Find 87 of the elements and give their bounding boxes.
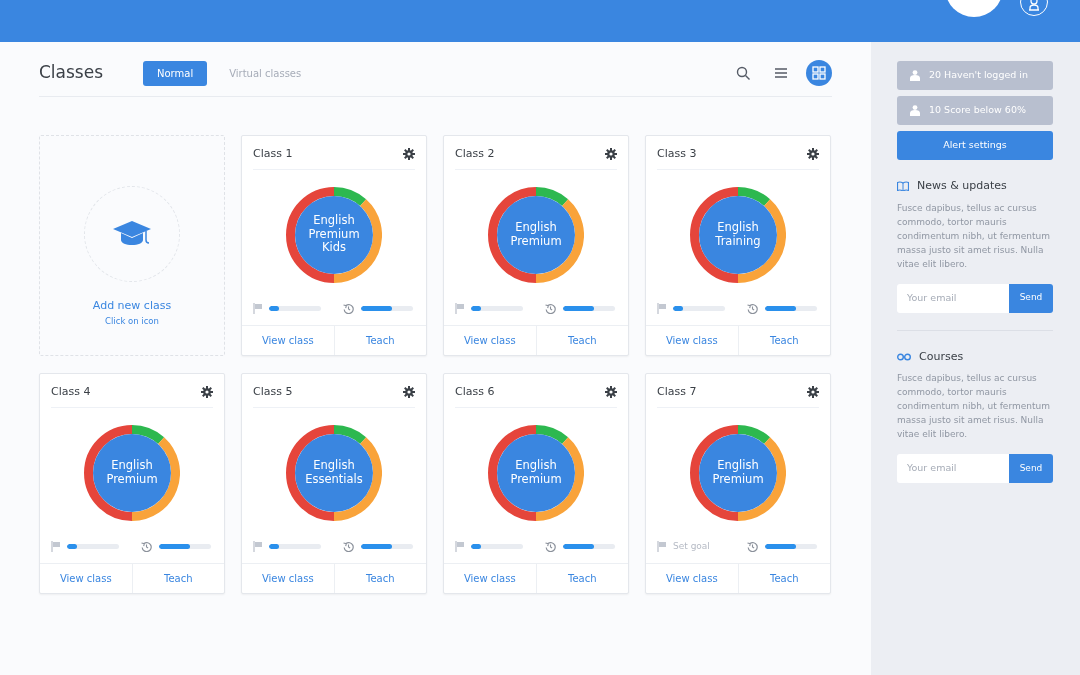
progress-bar — [765, 306, 817, 311]
view-class-button[interactable]: View class — [444, 564, 536, 593]
add-class-label: Add new class — [92, 298, 172, 314]
tab[interactable]: Virtual classes — [215, 60, 316, 86]
section-text: Fusce dapibus, tellus ac cursus commodo, tortor mauris condimentum nibh, ut fermentum massa justo sit amet risus. Nulla vitae elit libero. — [897, 201, 1051, 271]
view-class-button[interactable]: View class — [444, 326, 536, 355]
flag-icon — [253, 303, 263, 314]
send-button[interactable]: Send — [1009, 454, 1053, 483]
settings-button[interactable] — [403, 386, 415, 399]
history-icon — [343, 303, 354, 314]
settings-button[interactable] — [605, 386, 617, 399]
class-title: Class 3 — [657, 146, 697, 162]
history-icon — [343, 541, 354, 552]
menu-icon — [774, 66, 788, 80]
add-class-card[interactable]: Add new class Click on icon — [39, 135, 225, 356]
history-icon — [141, 541, 152, 552]
flag-icon — [253, 541, 263, 552]
teach-button[interactable]: Teach — [535, 564, 628, 593]
settings-button[interactable] — [807, 386, 819, 399]
progress-bar — [361, 544, 413, 549]
user-icon — [1028, 0, 1040, 11]
progress-bar — [765, 544, 817, 549]
class-title: Class 5 — [253, 384, 293, 400]
class-title: Class 2 — [455, 146, 495, 162]
class-title: Class 7 — [657, 384, 697, 400]
send-button[interactable]: Send — [1009, 283, 1053, 313]
goal-bar — [269, 544, 321, 549]
view-class-button[interactable]: View class — [646, 564, 738, 593]
settings-icon — [807, 148, 819, 161]
progress-bar — [563, 306, 615, 311]
flag-icon — [657, 541, 667, 552]
grid-icon — [812, 66, 826, 80]
add-class-hint: Click on icon — [105, 314, 159, 328]
class-title: Class 4 — [51, 384, 91, 400]
progress-bar — [159, 544, 211, 549]
teach-button[interactable]: Teach — [333, 564, 426, 593]
teach-button[interactable]: Teach — [737, 326, 830, 355]
goal-bar — [269, 306, 321, 311]
view-class-button[interactable]: View class — [646, 326, 738, 355]
alert-settings-button[interactable]: Alert settings — [897, 131, 1053, 160]
view-class-button[interactable]: View class — [40, 564, 132, 593]
settings-button[interactable] — [403, 148, 415, 161]
progress-bar — [361, 306, 413, 311]
view-class-button[interactable]: View class — [242, 326, 334, 355]
person-icon — [910, 105, 920, 116]
settings-button[interactable] — [605, 148, 617, 161]
history-icon — [545, 541, 556, 552]
page-title: Classes — [39, 61, 105, 85]
section-text: Fusce dapibus, tellus ac cursus commodo, tortor mauris condimentum nibh, ut fermentum massa justo sit amet risus. Nulla vitae elit libero. — [897, 372, 1051, 441]
progress-bar — [563, 544, 615, 549]
view-class-button[interactable]: View class — [242, 564, 334, 593]
goal-bar — [673, 306, 725, 311]
grid-view-button[interactable] — [806, 60, 832, 86]
settings-icon — [605, 386, 617, 399]
settings-button[interactable] — [201, 386, 213, 399]
teach-button[interactable]: Teach — [131, 564, 224, 593]
person-icon — [910, 70, 920, 81]
flag-icon — [455, 303, 465, 314]
teach-button[interactable]: Teach — [737, 564, 830, 593]
goal-bar — [67, 544, 119, 549]
set-goal-link[interactable]: Set goal — [673, 539, 731, 554]
goal-bar — [471, 544, 523, 549]
goal-bar — [471, 306, 523, 311]
teach-button[interactable]: Teach — [333, 326, 426, 355]
flag-icon — [455, 541, 465, 552]
tab[interactable]: Normal — [143, 60, 208, 86]
settings-icon — [605, 148, 617, 161]
history-icon — [747, 303, 758, 314]
book-icon — [897, 181, 909, 192]
email-field[interactable]: Your email — [897, 283, 1009, 313]
section-heading: News & updates — [917, 178, 1007, 194]
settings-icon — [403, 386, 415, 399]
email-field[interactable]: Your email — [897, 454, 1009, 483]
history-icon — [747, 541, 758, 552]
flag-icon — [657, 303, 667, 314]
settings-icon — [201, 386, 213, 399]
history-icon — [545, 303, 556, 314]
section-heading: Courses — [919, 348, 964, 365]
flag-icon — [51, 541, 61, 552]
teach-button[interactable]: Teach — [535, 326, 628, 355]
glasses-icon — [897, 352, 911, 361]
class-title: Class 1 — [253, 146, 293, 162]
settings-icon — [403, 148, 415, 161]
settings-button[interactable] — [807, 148, 819, 161]
search-icon — [736, 66, 750, 80]
class-title: Class 6 — [455, 384, 495, 400]
settings-icon — [807, 386, 819, 399]
